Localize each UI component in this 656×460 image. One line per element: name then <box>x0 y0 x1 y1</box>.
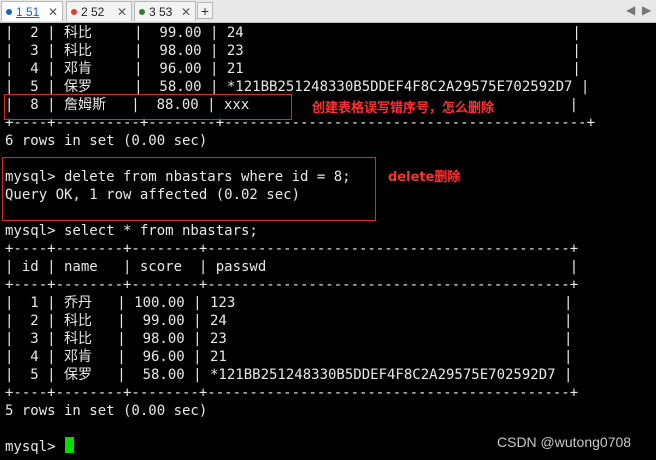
new-tab-button[interactable]: + <box>197 2 213 19</box>
terminal-line: | 4 | 邓肯 | 96.00 | 21 | <box>5 61 581 77</box>
terminal-line: | 1 | 乔丹 | 100.00 | 123 | <box>5 295 573 311</box>
tab-label: 1 51 <box>16 4 40 19</box>
delete-note: delete删除 <box>388 170 461 185</box>
terminal-line: | 2 | 科比 | 99.00 | 24 | <box>5 313 573 329</box>
terminal-line: | 3 | 科比 | 98.00 | 23 | <box>5 43 581 59</box>
tab-bar: 1 51 ✕ 2 52 ✕ 3 53 ✕ + ◀ ▶ <box>0 0 656 23</box>
tab-label: 3 53 <box>149 4 173 19</box>
close-icon[interactable]: ✕ <box>181 5 191 19</box>
terminal-line: +----+--------+--------+----------------… <box>5 385 579 401</box>
terminal-line: mysql> select * from nbastars; <box>5 223 258 239</box>
terminal-line: +----+--------+--------+----------------… <box>5 277 579 293</box>
terminal-line: | 2 | 科比 | 99.00 | 24 | <box>5 25 581 41</box>
close-icon[interactable]: ✕ <box>48 5 58 19</box>
terminal-line: +----+--------+--------+----------------… <box>5 241 579 257</box>
wrong-row-note: 创建表格误写错序号，怎么删除 <box>312 101 495 116</box>
terminal-cursor <box>65 437 74 453</box>
close-icon[interactable]: ✕ <box>117 5 127 19</box>
tab-session-3[interactable]: 3 53 ✕ <box>134 1 196 21</box>
tab-label: 2 52 <box>81 4 105 19</box>
terminal-line: 5 rows in set (0.00 sec) <box>5 403 208 419</box>
tab-session-2[interactable]: 2 52 ✕ <box>66 1 132 21</box>
terminal-line: | id | name | score | passwd | <box>5 259 579 275</box>
terminal-line: | 3 | 科比 | 98.00 | 23 | <box>5 331 573 347</box>
terminal-line: | 5 | 保罗 | 58.00 | *121BB251248330B5DDEF… <box>5 367 573 383</box>
scroll-tabs-left-icon[interactable]: ◀ <box>626 3 635 17</box>
delete-command-highlight-box <box>2 157 376 221</box>
terminal-line: 6 rows in set (0.00 sec) <box>5 133 208 149</box>
wrong-row-highlight-box <box>4 94 292 120</box>
terminal-line: | 4 | 邓肯 | 96.00 | 21 | <box>5 349 573 365</box>
session-status-dot <box>6 8 12 15</box>
session-status-dot <box>139 8 145 15</box>
tab-session-1[interactable]: 1 51 ✕ <box>1 1 63 21</box>
watermark: CSDN @wutong0708 <box>497 434 632 450</box>
session-status-dot <box>71 8 77 15</box>
mysql-prompt: mysql> <box>5 439 65 455</box>
scroll-tabs-right-icon[interactable]: ▶ <box>642 3 651 17</box>
